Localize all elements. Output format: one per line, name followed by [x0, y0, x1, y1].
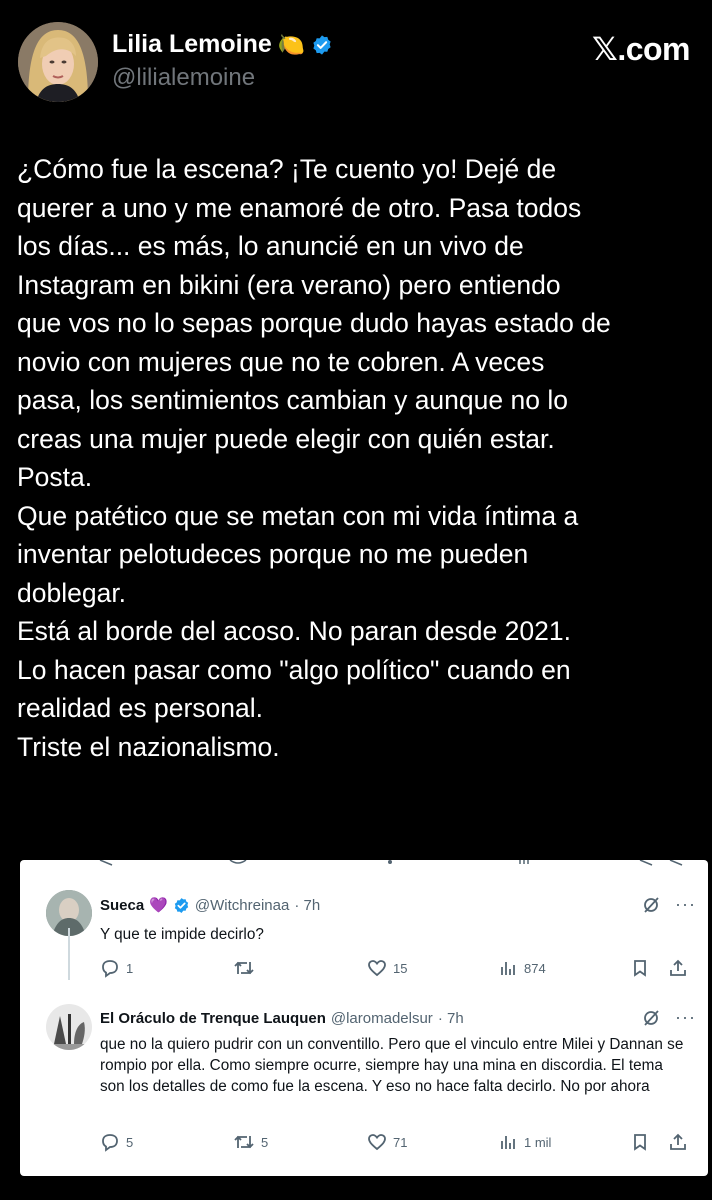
- like-button[interactable]: 71: [367, 1132, 407, 1152]
- reply-author-handle[interactable]: @laromadelsur: [331, 1010, 433, 1027]
- retweet-button[interactable]: 5: [233, 1132, 268, 1152]
- bookmark-icon: [634, 1134, 646, 1151]
- view-count: 1 mil: [524, 1134, 552, 1150]
- heart-icon: [368, 1134, 386, 1151]
- heart-icon: [368, 960, 386, 977]
- reply-count: 1: [126, 960, 134, 976]
- reply-oraculo[interactable]: El Oráculo de Trenque Lauquen @laromadel…: [20, 990, 708, 1176]
- more-options-icon[interactable]: ···: [675, 894, 696, 915]
- thread-line: [68, 928, 70, 980]
- retweet-count: 5: [261, 1134, 269, 1150]
- reply-time[interactable]: · 7h: [294, 897, 320, 914]
- reply-button[interactable]: 5: [100, 1132, 133, 1152]
- like-count: 71: [393, 1134, 408, 1150]
- x-com-brand: 𝕏.com: [592, 30, 690, 68]
- reply-time[interactable]: · 7h: [438, 1010, 464, 1027]
- reply-header: El Oráculo de Trenque Lauquen @laromadel…: [100, 1010, 464, 1027]
- lemon-emoji: 🍋: [277, 31, 306, 57]
- reply-avatar[interactable]: [46, 1004, 92, 1050]
- reply-sueca[interactable]: Sueca 💜 @Witchreinaa · 7h ··· Y que te i…: [20, 860, 708, 990]
- views-button[interactable]: 874: [498, 958, 546, 978]
- reply-header: Sueca 💜 @Witchreinaa · 7h: [100, 896, 320, 915]
- reply-action-bar: 1 15 874: [100, 958, 690, 982]
- views-button[interactable]: 1 mil: [498, 1132, 551, 1152]
- retweet-icon: [234, 1135, 254, 1149]
- embedded-screenshot: Sueca 💜 @Witchreinaa · 7h ··· Y que te i…: [20, 860, 708, 1176]
- view-count: 874: [524, 960, 546, 976]
- analytics-icon: [501, 1136, 515, 1149]
- share-icon: [670, 1133, 686, 1150]
- reply-button[interactable]: 1: [100, 958, 133, 978]
- reply-author-handle[interactable]: @Witchreinaa: [195, 897, 289, 914]
- reply-text: Y que te impide decirlo?: [100, 926, 264, 943]
- author-name-text[interactable]: Lilia Lemoine: [112, 30, 272, 59]
- reply-action-bar: 5 5 71 1 mil: [100, 1132, 690, 1156]
- grok-icon[interactable]: [641, 1008, 661, 1028]
- like-count: 15: [393, 960, 408, 976]
- bookmark-button[interactable]: [630, 958, 650, 978]
- brand-domain: .com: [617, 31, 690, 67]
- share-button[interactable]: [668, 1132, 688, 1152]
- reply-text: que no la quiero pudrir con un conventil…: [100, 1036, 684, 1095]
- verified-badge-icon: [174, 897, 189, 913]
- like-button[interactable]: 15: [367, 958, 407, 978]
- reply-count: 5: [126, 1134, 134, 1150]
- reply-top-icons: ···: [641, 1007, 696, 1028]
- retweet-button[interactable]: [233, 958, 261, 978]
- comment-icon: [102, 1134, 118, 1152]
- purple-heart-emoji: 💜: [149, 897, 168, 914]
- analytics-icon: [501, 962, 515, 975]
- more-options-icon[interactable]: ···: [675, 1007, 696, 1028]
- reply-author-name[interactable]: Sueca: [100, 897, 144, 914]
- bookmark-button[interactable]: [630, 1132, 650, 1152]
- tweet-text: ¿Cómo fue la escena? ¡Te cuento yo! Dejé…: [17, 154, 611, 762]
- grok-icon[interactable]: [641, 895, 661, 915]
- author-name[interactable]: Lilia Lemoine 🍋: [112, 30, 333, 59]
- bookmark-icon: [634, 960, 646, 977]
- x-logo-icon: 𝕏: [592, 30, 618, 68]
- comment-icon: [102, 960, 118, 978]
- retweet-icon: [234, 961, 254, 975]
- verified-badge-icon: [313, 34, 331, 55]
- share-icon: [670, 959, 686, 976]
- reply-top-icons: ···: [641, 894, 696, 915]
- tweet-header: Lilia Lemoine 🍋 @lilialemoine 𝕏.com: [0, 0, 712, 120]
- author-avatar[interactable]: [18, 22, 98, 102]
- reply-author-name[interactable]: El Oráculo de Trenque Lauquen: [100, 1010, 326, 1027]
- author-handle[interactable]: @lilialemoine: [112, 64, 255, 92]
- share-button[interactable]: [668, 958, 688, 978]
